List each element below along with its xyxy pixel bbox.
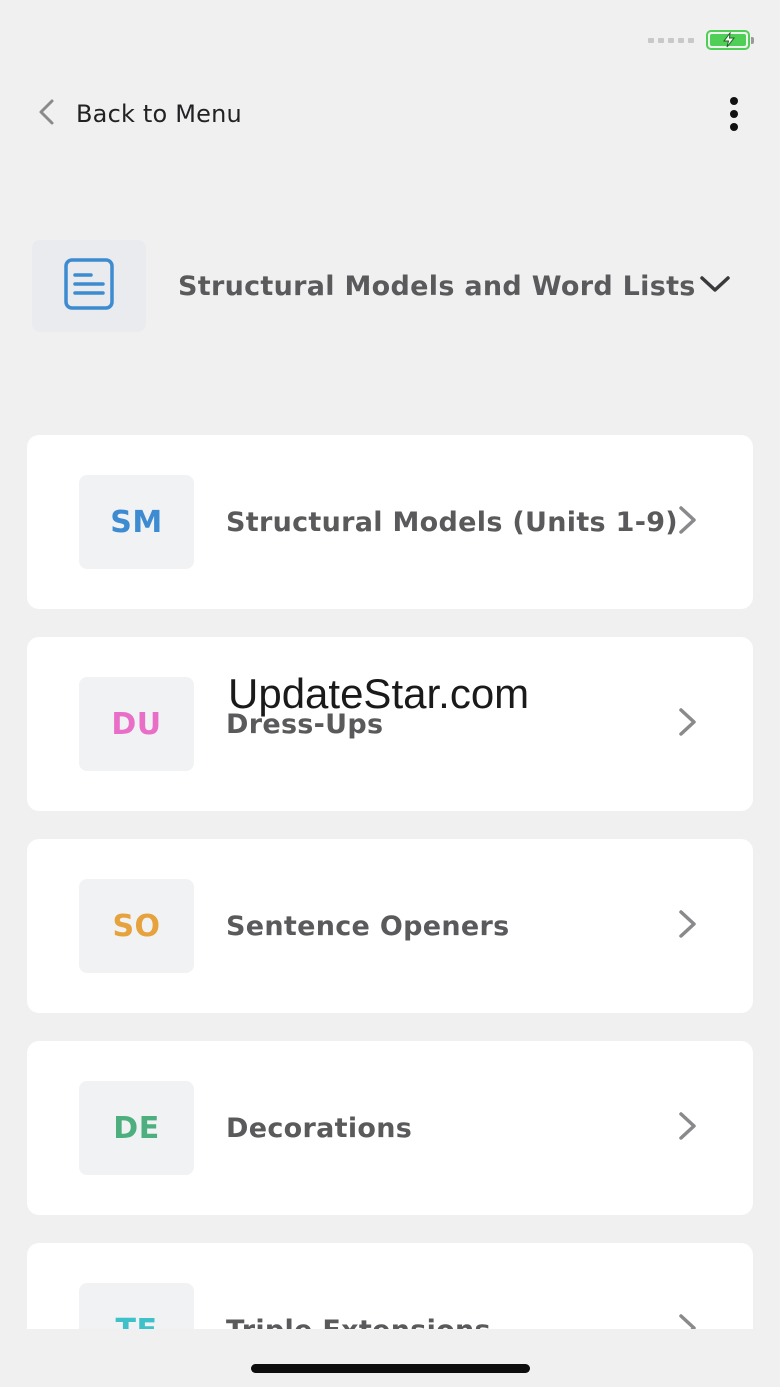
chevron-right-icon bbox=[677, 1110, 699, 1146]
list-item-title: Decorations bbox=[226, 1112, 413, 1144]
list-item-title: Dress-Ups bbox=[226, 708, 384, 740]
status-bar bbox=[648, 28, 754, 52]
list-item-decorations[interactable]: DE Decorations bbox=[27, 1041, 753, 1215]
chevron-left-icon bbox=[34, 98, 60, 130]
chevron-right-icon bbox=[677, 504, 699, 540]
abbr-badge: SM bbox=[79, 475, 194, 569]
list-item-title: Sentence Openers bbox=[226, 910, 510, 942]
section-icon-box bbox=[32, 240, 146, 332]
chevron-down-icon bbox=[698, 272, 732, 300]
section-title: Structural Models and Word Lists bbox=[178, 270, 696, 302]
signal-icon bbox=[648, 37, 694, 43]
battery-icon bbox=[706, 30, 754, 50]
list-item-dress-ups[interactable]: DU Dress-Ups bbox=[27, 637, 753, 811]
back-to-menu-button[interactable]: Back to Menu bbox=[34, 98, 242, 130]
abbr-badge: DU bbox=[79, 677, 194, 771]
list-item-structural-models[interactable]: SM Structural Models (Units 1-9) bbox=[27, 435, 753, 609]
chevron-right-icon bbox=[677, 706, 699, 742]
more-vertical-icon[interactable] bbox=[722, 94, 746, 134]
list-item-title: Structural Models (Units 1-9) bbox=[226, 506, 678, 538]
abbr-badge: SO bbox=[79, 879, 194, 973]
abbr-label: SM bbox=[110, 504, 163, 540]
screen: Back to Menu Structural Models and Word … bbox=[0, 0, 780, 1387]
abbr-label: DU bbox=[111, 706, 162, 742]
list-item-sentence-openers[interactable]: SO Sentence Openers bbox=[27, 839, 753, 1013]
document-icon bbox=[61, 256, 117, 316]
section-dropdown[interactable]: Structural Models and Word Lists bbox=[32, 240, 746, 332]
abbr-label: DE bbox=[113, 1110, 160, 1146]
chevron-right-icon bbox=[677, 908, 699, 944]
abbr-label: SO bbox=[112, 908, 161, 944]
header: Back to Menu bbox=[34, 88, 746, 140]
home-indicator[interactable] bbox=[251, 1364, 530, 1373]
back-label: Back to Menu bbox=[76, 100, 242, 128]
bottom-safe-area bbox=[0, 1329, 780, 1387]
word-list: SM Structural Models (Units 1-9) DU Dres… bbox=[27, 435, 753, 1387]
abbr-badge: DE bbox=[79, 1081, 194, 1175]
